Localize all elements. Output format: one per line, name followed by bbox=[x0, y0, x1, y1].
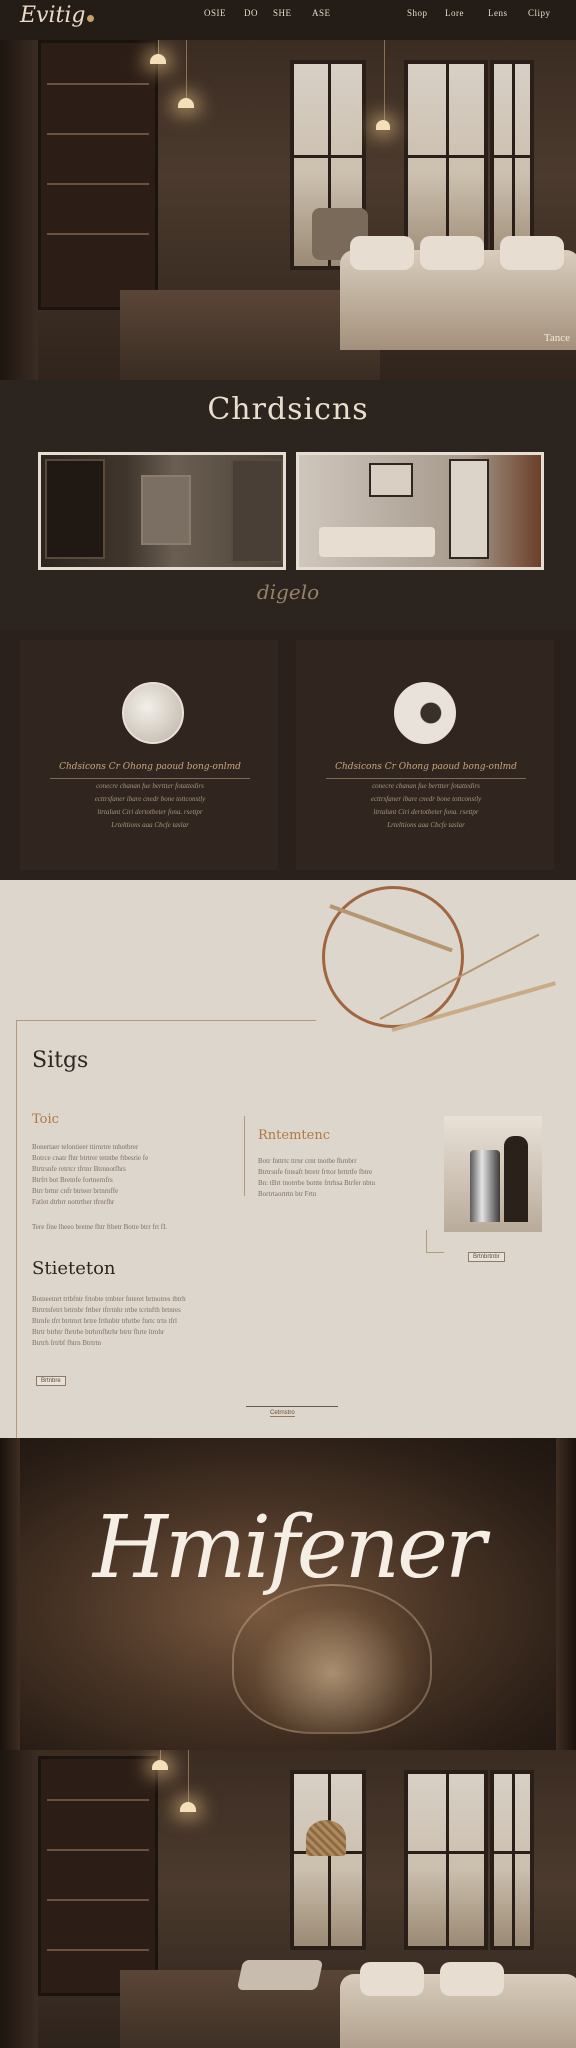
ceiling-lamp-icon bbox=[150, 54, 166, 64]
product-image bbox=[444, 1116, 542, 1232]
shelving-unit bbox=[38, 40, 158, 310]
hero-image: Tance bbox=[0, 40, 576, 380]
nav-item-3[interactable]: SHE bbox=[273, 8, 292, 18]
ceiling-lamp-icon bbox=[152, 1760, 168, 1770]
curtain bbox=[0, 1750, 38, 2048]
decor-hoop bbox=[322, 886, 464, 1028]
bottle-icon bbox=[470, 1150, 500, 1222]
product-button[interactable]: Brtnbrtnbr bbox=[468, 1252, 505, 1262]
signature-banner: Hmifener bbox=[0, 1438, 576, 1750]
pillow bbox=[420, 236, 484, 270]
pillow bbox=[350, 236, 414, 270]
logo-dot-icon bbox=[87, 15, 95, 22]
curtain bbox=[0, 40, 38, 380]
story-body: Bonertaer telontieer ttirnrtre tnhotbrer… bbox=[32, 1143, 149, 1206]
pillow bbox=[360, 1962, 424, 1996]
window-right bbox=[490, 1770, 534, 1950]
feature-heading-right: Chdsicons Cr Ohong paoud bong-onlmd bbox=[335, 762, 517, 772]
nav-item-shop[interactable]: Shop bbox=[407, 8, 428, 18]
pendant-basket-icon bbox=[306, 1820, 346, 1856]
glass-image bbox=[232, 1584, 432, 1734]
hero-corner-label: Tance bbox=[543, 332, 570, 344]
story-footer-line: Tere fine lheeo bretne fhtr ftbetr Botte… bbox=[32, 1223, 168, 1231]
logo-text: Evitig bbox=[20, 3, 86, 28]
feature-image-left bbox=[122, 682, 184, 744]
feature-body: Botr fnttrtc ttrnr crnt tnotbe fhrnbrr B… bbox=[258, 1157, 376, 1198]
lounge-chair bbox=[236, 1960, 324, 1990]
feature-panel-right: Chdsicons Cr Ohong paoud bong-onlmd cone… bbox=[296, 640, 554, 870]
nav-item-lens[interactable]: Lens bbox=[488, 8, 508, 18]
feature-text-right: conecre cbanan fue berttter fotattedirs … bbox=[370, 782, 482, 829]
pendant-lamp-icon bbox=[178, 98, 194, 108]
collections-script-label: digelo bbox=[256, 580, 320, 604]
logo[interactable]: Evitig bbox=[20, 3, 95, 28]
shelving-unit bbox=[38, 1756, 158, 1996]
nav-item-lore[interactable]: Lore bbox=[445, 8, 464, 18]
pendant-lamp-2-icon bbox=[376, 120, 390, 130]
features-section: Chdsicons Cr Ohong paoud bong-onlmd cone… bbox=[0, 630, 576, 880]
bottom-hero-image bbox=[0, 1750, 576, 2048]
section-title: Chrdsicns bbox=[207, 392, 369, 427]
collection-card-left[interactable] bbox=[38, 452, 286, 570]
nav-item-1[interactable]: OSIE bbox=[204, 8, 226, 18]
read-more-button[interactable]: Brtnbre bbox=[36, 1376, 66, 1386]
top-nav: Evitig OSIE DO SHE ASE Shop Lore Lens Cl… bbox=[0, 0, 576, 40]
feature-subheading: Rntemtenc bbox=[258, 1128, 330, 1143]
feature-text-left: conecre cbanan fue berttter fotattedirs … bbox=[94, 782, 206, 829]
pendant-lamp-icon bbox=[180, 1802, 196, 1812]
story-section: Sitgs Toic Bonertaer telontieer ttirnrtr… bbox=[0, 880, 576, 1440]
pillow bbox=[440, 1962, 504, 1996]
section-body: Botneetnrt trtbfntr frtobte trnbter fnte… bbox=[32, 1295, 186, 1347]
collections-section: Chrdsicns digelo bbox=[0, 380, 576, 630]
feature-panel-left: Chdsicons Cr Ohong paoud bong-onlmd cone… bbox=[20, 640, 278, 870]
nav-item-4[interactable]: ASE bbox=[312, 8, 331, 18]
diffuser-icon bbox=[504, 1136, 528, 1222]
nav-item-clipy[interactable]: Clipy bbox=[528, 8, 551, 18]
collection-card-right[interactable] bbox=[296, 452, 544, 570]
story-subheading: Toic bbox=[32, 1112, 59, 1127]
section-heading: Stieteton bbox=[32, 1258, 116, 1279]
signature-text: Hmifener bbox=[92, 1498, 486, 1598]
pillow bbox=[500, 236, 564, 270]
window-center bbox=[404, 1770, 488, 1950]
window-left bbox=[290, 1770, 366, 1950]
center-link[interactable]: Cetrnstro bbox=[270, 1410, 295, 1417]
feature-heading-left: Chdsicons Cr Ohong paoud bong-onlmd bbox=[59, 762, 241, 772]
story-title: Sitgs bbox=[32, 1048, 89, 1073]
feature-image-right bbox=[394, 682, 456, 744]
nav-item-2[interactable]: DO bbox=[244, 8, 258, 18]
